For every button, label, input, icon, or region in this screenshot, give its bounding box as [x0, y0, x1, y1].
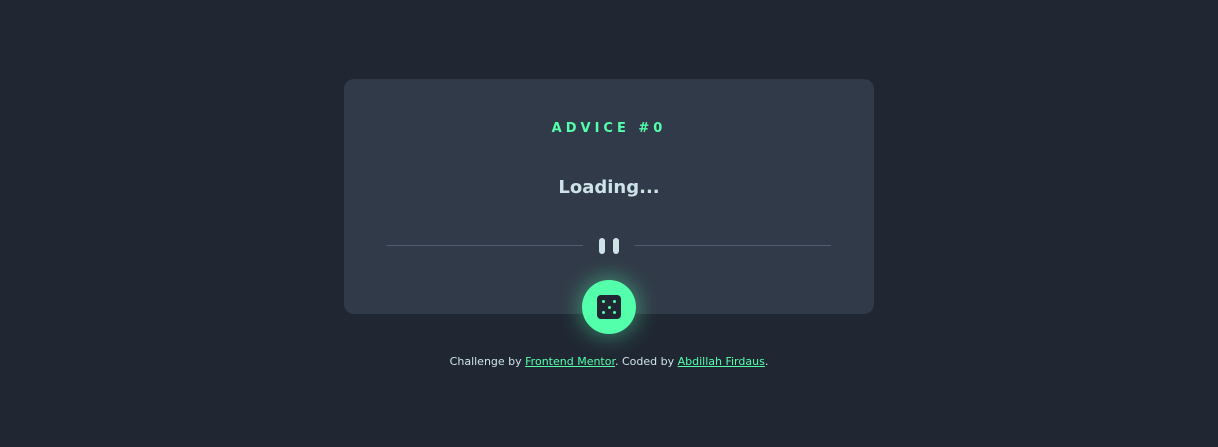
advice-card: ADVICE #0 Loading...	[344, 79, 874, 314]
attribution-middle: . Coded by	[614, 355, 678, 368]
frontend-mentor-link[interactable]: Frontend Mentor	[525, 355, 615, 368]
pause-icon	[599, 238, 619, 254]
attribution-prefix: Challenge by	[449, 355, 526, 368]
pattern-divider	[387, 237, 831, 255]
dice-icon	[597, 295, 621, 319]
attribution-suffix: .	[764, 355, 769, 368]
divider-line-left	[387, 245, 583, 246]
author-link[interactable]: Abdillah Firdaus	[678, 355, 765, 368]
advice-title: ADVICE #0	[551, 121, 667, 136]
advice-text: Loading...	[558, 177, 660, 198]
attribution: Challenge by Frontend Mentor. Coded by A…	[0, 355, 1218, 368]
divider-line-right	[635, 245, 831, 246]
new-advice-button[interactable]	[582, 280, 636, 334]
